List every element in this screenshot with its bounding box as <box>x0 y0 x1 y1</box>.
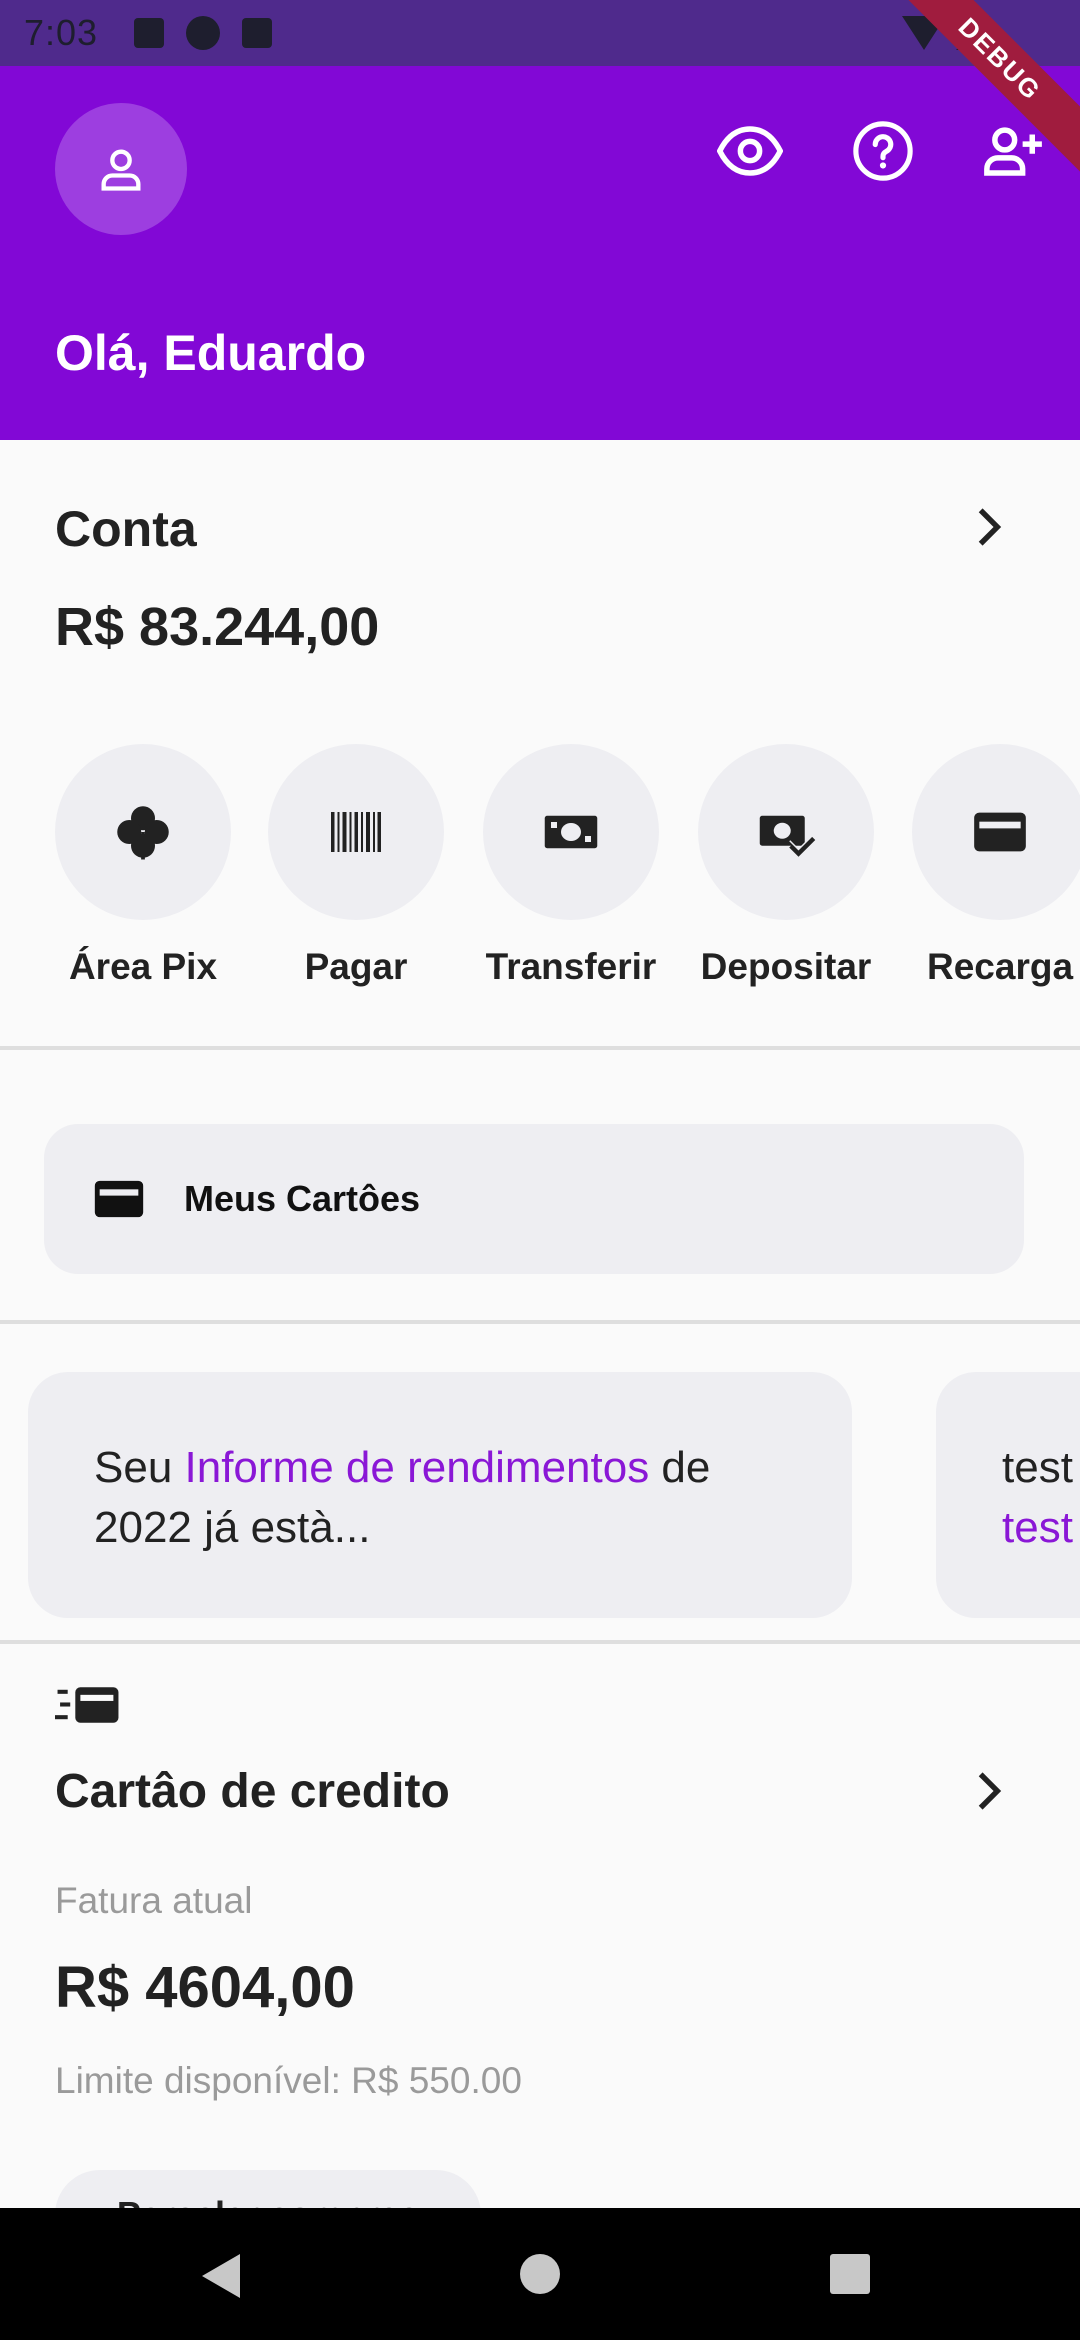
fast-card-icon <box>55 1687 119 1723</box>
person-icon <box>101 149 141 191</box>
status-notification-icons <box>134 16 273 50</box>
action-circle[interactable] <box>55 744 231 920</box>
recent-apps-icon[interactable] <box>830 2254 870 2294</box>
action-label: Transferir <box>485 946 657 987</box>
action-label: Área Pix <box>68 946 218 987</box>
info-card-text: Seu Informe de rendimentos de 2022 já es… <box>94 1438 814 1558</box>
my-cards-label: Meus Cartôes <box>184 1178 421 1219</box>
chevron-right-icon[interactable] <box>964 1766 1014 1816</box>
action-circle[interactable] <box>483 744 659 920</box>
home-icon[interactable] <box>520 2254 560 2294</box>
back-icon[interactable] <box>202 2254 240 2298</box>
system-navigation-bar <box>0 2208 1080 2340</box>
help-icon <box>853 121 913 181</box>
action-pagar[interactable]: Pagar <box>256 744 456 988</box>
action-circle[interactable] <box>912 744 1080 920</box>
available-limit: Limite disponível: R$ 550.00 <box>55 2060 522 2101</box>
status-time: 7:03 <box>24 12 99 53</box>
info-card-prefix: Seu <box>94 1443 185 1492</box>
info-card[interactable]: Seu Informe de rendimentos de 2022 já es… <box>28 1372 852 1618</box>
info-card-link[interactable]: test <box>1002 1498 1080 1558</box>
chevron-right-icon[interactable] <box>964 502 1014 552</box>
profile-avatar-button[interactable] <box>55 103 187 235</box>
credit-card-title: Cartâo de credito <box>55 1765 450 1818</box>
my-cards-button[interactable]: Meus Cartôes <box>44 1124 1024 1274</box>
info-card[interactable]: test test <box>936 1372 1080 1618</box>
action-transferir[interactable]: Transferir <box>471 744 671 988</box>
action-label: Depositar <box>700 946 872 987</box>
divider <box>0 1046 1080 1050</box>
credit-card-icon <box>974 812 1026 852</box>
action-circle[interactable] <box>698 744 874 920</box>
eye-icon <box>717 126 783 176</box>
notification-a-icon <box>134 18 165 48</box>
info-card-text: test test <box>1002 1438 1080 1558</box>
account-section[interactable]: Conta R$ 83.244,00 <box>0 440 1080 657</box>
info-card-link[interactable]: Informe de rendimentos <box>185 1443 650 1492</box>
info-card-prefix: test <box>1002 1443 1073 1492</box>
divider <box>0 1640 1080 1644</box>
account-balance: R$ 83.244,00 <box>55 597 380 657</box>
credit-card-icon <box>94 1180 144 1218</box>
pix-icon <box>117 806 169 860</box>
invoice-value: R$ 4604,00 <box>55 1955 355 2020</box>
greeting-title: Olá, Eduardo <box>55 325 367 381</box>
action-recarga[interactable]: Recarga <box>900 744 1080 988</box>
divider <box>0 1320 1080 1324</box>
money-icon <box>544 815 598 849</box>
sd-card-icon <box>242 18 273 48</box>
action-circle[interactable] <box>268 744 444 920</box>
header: Olá, Eduardo <box>0 66 1080 440</box>
action-label: Recarga <box>926 946 1074 987</box>
barcode-icon <box>331 812 381 852</box>
toggle-visibility-button[interactable] <box>715 116 785 186</box>
action-label: Pagar <box>304 946 408 987</box>
action-area-pix[interactable]: Área Pix <box>43 744 243 988</box>
action-depositar[interactable]: Depositar <box>686 744 886 988</box>
quick-actions: Área Pix Pagar Transferir Depositar Reca… <box>0 744 1080 994</box>
account-title: Conta <box>55 501 197 557</box>
notification-circle-icon <box>186 16 221 50</box>
help-button[interactable] <box>848 116 918 186</box>
invoice-label: Fatura atual <box>55 1880 253 1921</box>
deposit-icon <box>759 815 816 857</box>
